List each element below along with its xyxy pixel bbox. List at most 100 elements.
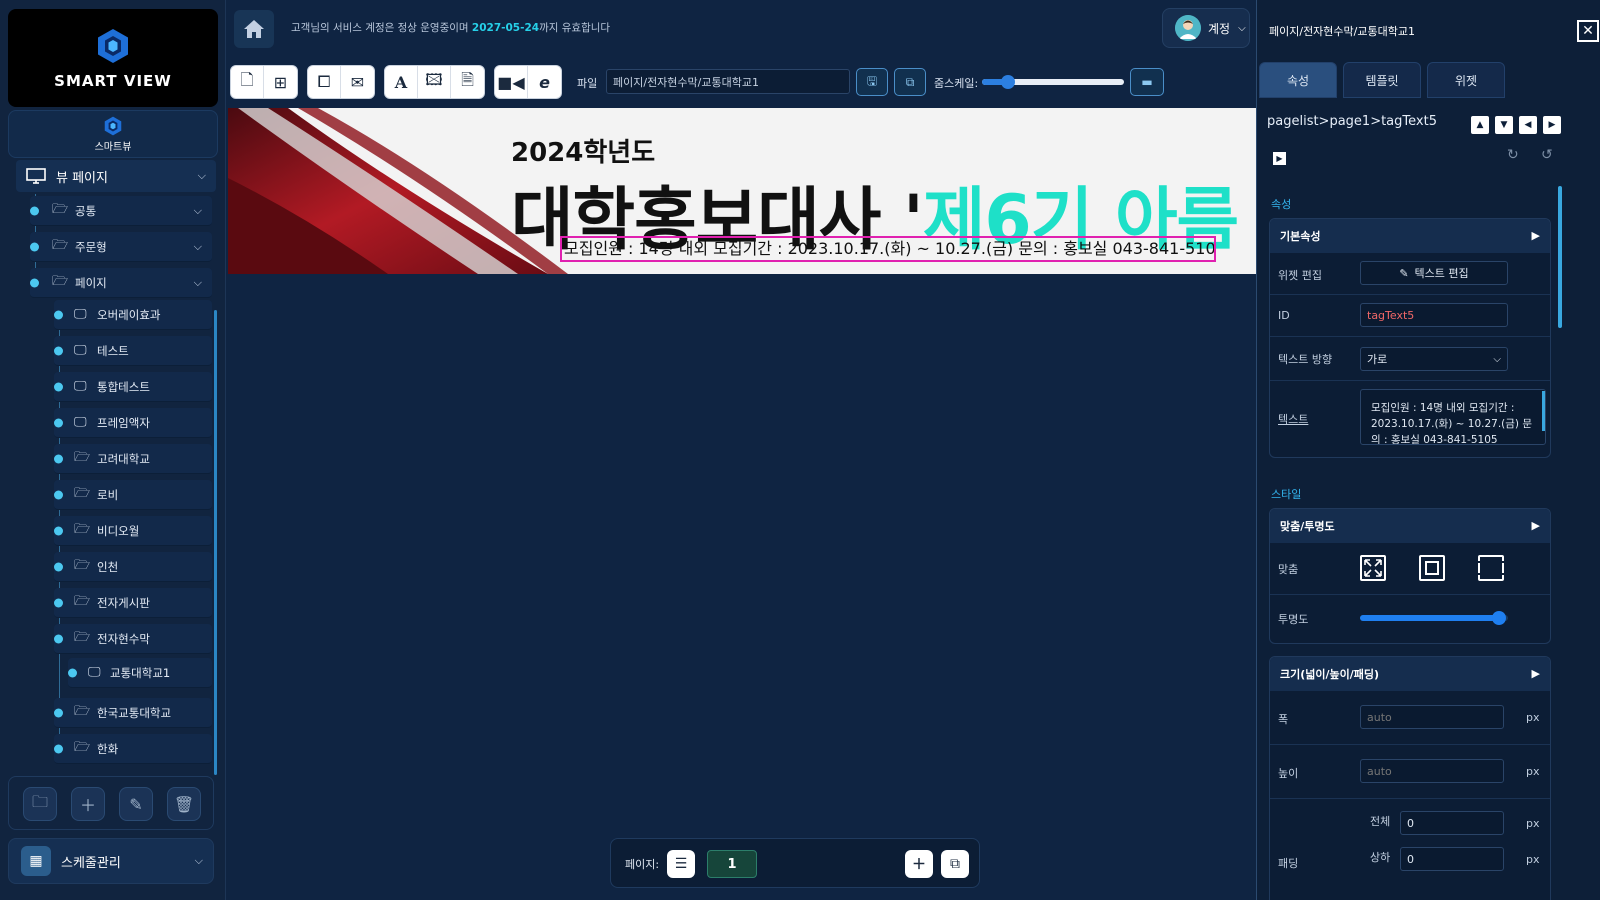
tree-item-page[interactable]: 🖵 통합테스트 [54, 372, 212, 402]
fit-contain-icon[interactable] [1419, 555, 1445, 581]
image-widget-button[interactable]: 🖾 [418, 66, 451, 98]
chevron-down-icon[interactable]: ⌵ [198, 169, 206, 183]
tree-item-page[interactable]: 🗁 로비 [54, 480, 212, 510]
fit-stretch-icon[interactable] [1360, 555, 1386, 581]
editor-canvas[interactable]: 2024학년도 대학홍보대사 '제6기 아름 모집인원 : 14명 내외 모집기… [226, 106, 1256, 900]
frame-button[interactable]: ⧠ [308, 66, 341, 98]
padding-vertical-input[interactable]: 0 [1400, 847, 1504, 871]
banner-info-text-selected[interactable]: 모집인원 : 14명 내외 모집기간 : 2023.10.17.(화) ~ 10… [560, 236, 1216, 262]
tree-root-view-page[interactable]: 뷰 페이지 ⌵ [16, 160, 216, 192]
chevron-down-icon[interactable]: ⌵ [195, 854, 203, 868]
tree-item-page[interactable]: 🗁 한화 [54, 734, 212, 764]
size-header[interactable]: 크기(넓이/높이/패딩) ▶ [1270, 657, 1550, 691]
move-up-icon[interactable]: ▲ [1471, 116, 1489, 134]
padding-all-input[interactable]: 0 [1400, 811, 1504, 835]
tab-templates[interactable]: 템플릿 [1343, 62, 1421, 98]
tree-group-ondemand[interactable]: 🗁 주문형 ⌵ [30, 232, 212, 262]
tree-group-page[interactable]: 🗁 페이지 ⌵ [30, 268, 212, 298]
add-folder-button[interactable]: 🗀 [23, 787, 57, 821]
tab-widgets[interactable]: 위젯 [1427, 62, 1505, 98]
expand-arrow-icon[interactable]: ▶ [1532, 229, 1540, 242]
home-button[interactable] [234, 10, 274, 48]
duplicate-page-button[interactable]: ⧉ [941, 850, 969, 878]
chevron-down-icon[interactable]: ⌵ [194, 276, 202, 290]
id-field[interactable]: tagText5 [1360, 303, 1508, 327]
edit-button[interactable]: ✎ [119, 787, 153, 821]
chevron-down-icon: ⌵ [1238, 22, 1246, 34]
widget-edit-label: 위젯 편집 [1278, 269, 1322, 282]
redo-icon[interactable]: ↻ [1507, 147, 1519, 163]
add-page-button[interactable]: ＋ [905, 850, 933, 878]
grid-layout-button[interactable]: ⊞ [264, 66, 297, 98]
move-down-icon[interactable]: ▼ [1495, 116, 1513, 134]
plus-icon: ＋ [912, 857, 926, 873]
opacity-row: 투명도 [1270, 595, 1550, 643]
home-icon [244, 20, 264, 38]
text-widget-button[interactable]: A [385, 66, 418, 98]
expand-arrow-icon[interactable]: ▶ [1532, 667, 1540, 680]
tree-scrollbar[interactable] [214, 310, 217, 775]
zoom-slider-handle[interactable] [1000, 75, 1015, 89]
copy-button[interactable]: ⧉ [894, 68, 926, 96]
chevron-down-icon[interactable]: ⌵ [194, 240, 202, 254]
page-list-button[interactable]: ☰ [667, 850, 695, 878]
add-page-button[interactable]: ＋ [71, 787, 105, 821]
schedule-menu[interactable]: ▦ 스케줄관리 ⌵ [8, 838, 214, 884]
chevron-down-icon: ⌵ [1493, 353, 1501, 365]
width-input[interactable] [1360, 705, 1504, 729]
mail-button[interactable]: ✉ [341, 66, 374, 98]
height-label: 높이 [1278, 767, 1299, 780]
tree-item-page[interactable]: 🗁 전자게시판 [54, 588, 212, 618]
tree-item-subpage[interactable]: 🖵 교통대학교1 [68, 658, 212, 688]
text-value-area[interactable]: 모집인원 : 14명 내외 모집기간 : 2023.10.17.(화) ~ 10… [1360, 389, 1546, 445]
tree-item-label: 통합테스트 [97, 379, 150, 394]
web-widget-button[interactable]: e [528, 66, 561, 98]
banner-widget[interactable]: 2024학년도 대학홍보대사 '제6기 아름 모집인원 : 14명 내외 모집기… [228, 108, 1256, 274]
video-widget-button[interactable]: ■◀ [495, 66, 528, 98]
save-button[interactable]: 🖫 [856, 68, 888, 96]
play-icon[interactable]: ▶ [1273, 152, 1286, 165]
tree-item-page[interactable]: 🗁 비디오월 [54, 516, 212, 546]
close-icon[interactable]: ✕ [1577, 20, 1599, 42]
chevron-down-icon[interactable]: ⌵ [194, 204, 202, 218]
folder-icon: 🗁 [74, 485, 91, 501]
fit-opacity-header[interactable]: 맞춤/투명도 ▶ [1270, 509, 1550, 543]
monitor-icon: 🖵 [74, 343, 87, 358]
tree-item-page[interactable]: 🗁 전자현수막 [54, 624, 212, 654]
delete-button[interactable]: 🗑 [167, 787, 201, 821]
move-left-icon[interactable]: ◀ [1519, 116, 1537, 134]
fit-cover-icon[interactable] [1478, 555, 1504, 581]
panel-scrollbar[interactable] [1558, 186, 1562, 328]
opacity-slider[interactable] [1360, 611, 1508, 625]
tree-item-page[interactable]: 🖵 프레임액자 [54, 408, 212, 438]
file-path-input[interactable] [606, 69, 850, 94]
account-menu[interactable]: 계정 ⌵ [1162, 8, 1250, 48]
tree-item-label: 로비 [97, 487, 119, 502]
textarea-scrollbar[interactable] [1542, 391, 1545, 431]
sublogo[interactable]: 스마트뷰 [8, 110, 218, 158]
direction-select[interactable]: 가로 ⌵ [1360, 347, 1508, 371]
document-widget-button[interactable]: 🗎 [451, 66, 484, 98]
text-edit-button[interactable]: ✎ 텍스트 편집 [1360, 261, 1508, 285]
current-page-number[interactable]: 1 [707, 850, 757, 878]
tab-properties[interactable]: 속성 [1259, 62, 1337, 98]
tree-item-page[interactable]: 🖵 오버레이효과 [54, 300, 212, 330]
tree-item-page[interactable]: 🗁 고려대학교 [54, 444, 212, 474]
undo-icon[interactable]: ↺ [1541, 147, 1553, 163]
tree-item-page[interactable]: 🗁 한국교통대학교 [54, 698, 212, 728]
tree-group-common[interactable]: 🗁 공통 ⌵ [30, 196, 212, 226]
new-page-button[interactable]: 🗋 [231, 66, 264, 98]
basic-properties-header[interactable]: 기본속성 ▶ [1270, 219, 1550, 253]
move-right-icon[interactable]: ▶ [1543, 116, 1561, 134]
folder-icon: 🗁 [74, 703, 91, 719]
pencil-icon: ✎ [129, 794, 143, 814]
section-properties-label: 속성 [1271, 198, 1292, 211]
zoom-slider[interactable] [982, 75, 1124, 89]
tree-item-page[interactable]: 🗁 인천 [54, 552, 212, 582]
tree-item-page[interactable]: 🖵 테스트 [54, 336, 212, 366]
expand-arrow-icon[interactable]: ▶ [1532, 519, 1540, 532]
panel-title: 페이지/전자현수막/교통대학교1 [1269, 25, 1415, 38]
opacity-slider-handle[interactable] [1492, 611, 1507, 625]
height-input[interactable] [1360, 759, 1504, 783]
fit-screen-button[interactable]: ▬ [1130, 68, 1164, 96]
